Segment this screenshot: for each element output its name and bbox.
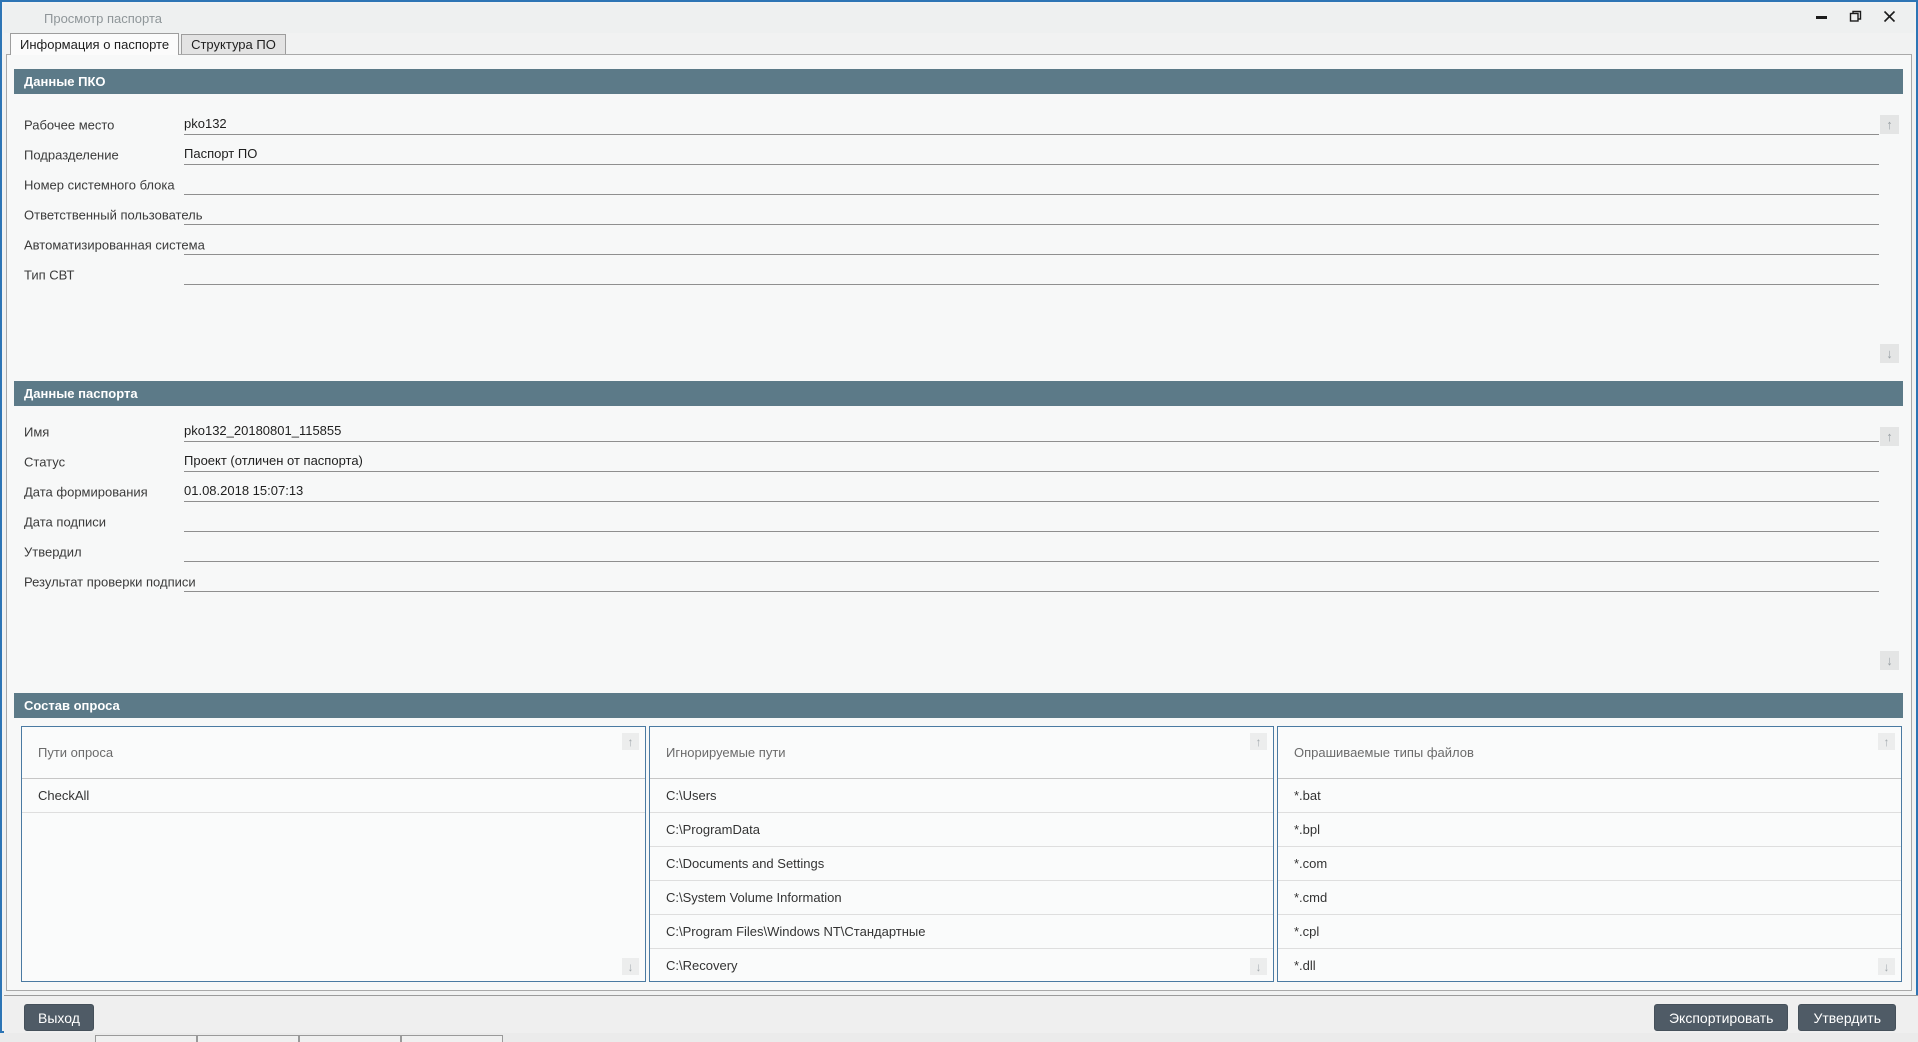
section-header-pko: Данные ПКО [14,69,1903,94]
scroll-up-icon[interactable]: ↑ [1880,115,1899,134]
list-item[interactable]: C:\Program Files\Windows NT\Стандартные [650,915,1273,949]
background-cell [401,1035,503,1042]
field-label: Ответственный пользователь [24,207,203,223]
field-value-workplace[interactable]: pko132 [184,111,1879,135]
list-item[interactable]: C:\Recovery [650,949,1273,981]
field-row: Имя pko132_20180801_115855 [14,417,1903,447]
exit-button[interactable]: Выход [24,1004,94,1031]
field-label: Дата подписи [24,514,107,530]
list-item[interactable]: CheckAll [22,779,645,813]
field-value-signature-date[interactable] [184,508,1879,532]
field-label: Результат проверки подписи [24,574,196,590]
list-item[interactable]: *.bat [1278,779,1901,813]
field-row: Тип СВТ [14,260,1903,290]
field-value-system-unit-number[interactable] [184,171,1879,195]
field-label: Рабочее место [24,117,115,133]
background-cell [197,1035,299,1042]
field-label: Автоматизированная система [24,237,205,253]
scroll-down-icon[interactable]: ↓ [622,958,639,975]
field-label: Дата формирования [24,484,148,500]
field-label: Имя [24,424,50,440]
field-row: Рабочее место pko132 [14,110,1903,140]
field-row: Утвердил [14,537,1903,567]
list-item[interactable]: C:\ProgramData [650,813,1273,847]
field-value-creation-date[interactable]: 01.08.2018 15:07:13 [184,478,1879,502]
field-value-svt-type[interactable] [184,261,1879,285]
scroll-up-icon[interactable]: ↑ [1878,733,1895,750]
survey-panels: Пути опроса CheckAll ↑ ↓ Игнорируемые пу… [21,726,1902,982]
field-row: Статус Проект (отличен от паспорта) [14,447,1903,477]
scroll-down-icon[interactable]: ↓ [1878,958,1895,975]
restore-button[interactable] [1838,4,1872,33]
background-window-sliver [0,1033,1918,1042]
scroll-down-icon[interactable]: ↓ [1880,344,1899,363]
field-value-department[interactable]: Паспорт ПО [184,141,1879,165]
field-row: Результат проверки подписи [14,567,1903,597]
tab-passport-info[interactable]: Информация о паспорте [10,33,180,55]
list-item[interactable]: *.cpl [1278,915,1901,949]
minimize-icon [1815,10,1828,28]
list-item[interactable]: *.com [1278,847,1901,881]
tab-software-structure[interactable]: Структура ПО [181,34,286,54]
scroll-up-icon[interactable]: ↑ [622,733,639,750]
field-value-name[interactable]: pko132_20180801_115855 [184,418,1879,442]
list-item[interactable]: C:\Documents and Settings [650,847,1273,881]
field-value-responsible-user[interactable] [184,201,1879,225]
field-row: Автоматизированная система [14,230,1903,260]
list-item[interactable]: *.dll [1278,949,1901,981]
minimize-button[interactable] [1804,4,1838,33]
field-row: Номер системного блока [14,170,1903,200]
field-row: Дата формирования 01.08.2018 15:07:13 [14,477,1903,507]
section-header-survey: Состав опроса [14,693,1903,718]
title-bar: Просмотр паспорта [4,4,1914,33]
scroll-up-icon[interactable]: ↑ [1250,733,1267,750]
passport-fields: Имя pko132_20180801_115855 Статус Проект… [14,417,1903,597]
field-row: Дата подписи [14,507,1903,537]
restore-icon [1849,10,1862,28]
field-value-approved-by[interactable] [184,538,1879,562]
panel-surveyed-file-types: Опрашиваемые типы файлов *.bat *.bpl *.c… [1277,726,1902,982]
background-cell [299,1035,401,1042]
passport-view-window: Просмотр паспорта Информация о паспорте … [0,0,1918,1033]
panel-ignored-paths: Игнорируемые пути C:\Users C:\ProgramDat… [649,726,1274,982]
panel-header: Игнорируемые пути [650,727,1273,779]
export-button[interactable]: Экспортировать [1653,1004,1789,1031]
footer-right-buttons: Экспортировать Утвердить [1653,1004,1896,1031]
list-item[interactable]: *.bpl [1278,813,1901,847]
list-item[interactable]: *.cmd [1278,881,1901,915]
list-item[interactable]: C:\Users [650,779,1273,813]
field-label: Подразделение [24,147,119,163]
field-label: Статус [24,454,66,470]
scroll-down-icon[interactable]: ↓ [1250,958,1267,975]
close-button[interactable] [1872,4,1906,33]
field-label: Номер системного блока [24,177,175,193]
approve-button[interactable]: Утвердить [1798,1004,1896,1031]
scroll-up-icon[interactable]: ↑ [1880,427,1899,446]
section-header-passport: Данные паспорта [14,381,1903,406]
tab-bar: Информация о паспорте Структура ПО [10,33,288,55]
scroll-down-icon[interactable]: ↓ [1880,651,1899,670]
field-label: Тип СВТ [24,267,75,283]
screen: Просмотр паспорта Информация о паспорте … [0,0,1918,1042]
field-value-signature-check-result[interactable] [184,568,1879,592]
close-icon [1883,10,1896,28]
window-title: Просмотр паспорта [44,11,163,26]
field-row: Подразделение Паспорт ПО [14,140,1903,170]
footer-bar: Выход Экспортировать Утвердить [4,995,1918,1033]
panel-header: Опрашиваемые типы файлов [1278,727,1901,779]
field-label: Утвердил [24,544,82,560]
background-cell [95,1035,197,1042]
panel-header: Пути опроса [22,727,645,779]
field-row: Ответственный пользователь [14,200,1903,230]
window-controls [1804,4,1906,33]
list-item[interactable]: C:\System Volume Information [650,881,1273,915]
field-value-status[interactable]: Проект (отличен от паспорта) [184,448,1879,472]
tab-page: Данные ПКО Рабочее место pko132 Подразде… [6,54,1912,991]
panel-survey-paths: Пути опроса CheckAll ↑ ↓ [21,726,646,982]
field-value-automated-system[interactable] [184,231,1879,255]
pko-fields: Рабочее место pko132 Подразделение Паспо… [14,110,1903,290]
